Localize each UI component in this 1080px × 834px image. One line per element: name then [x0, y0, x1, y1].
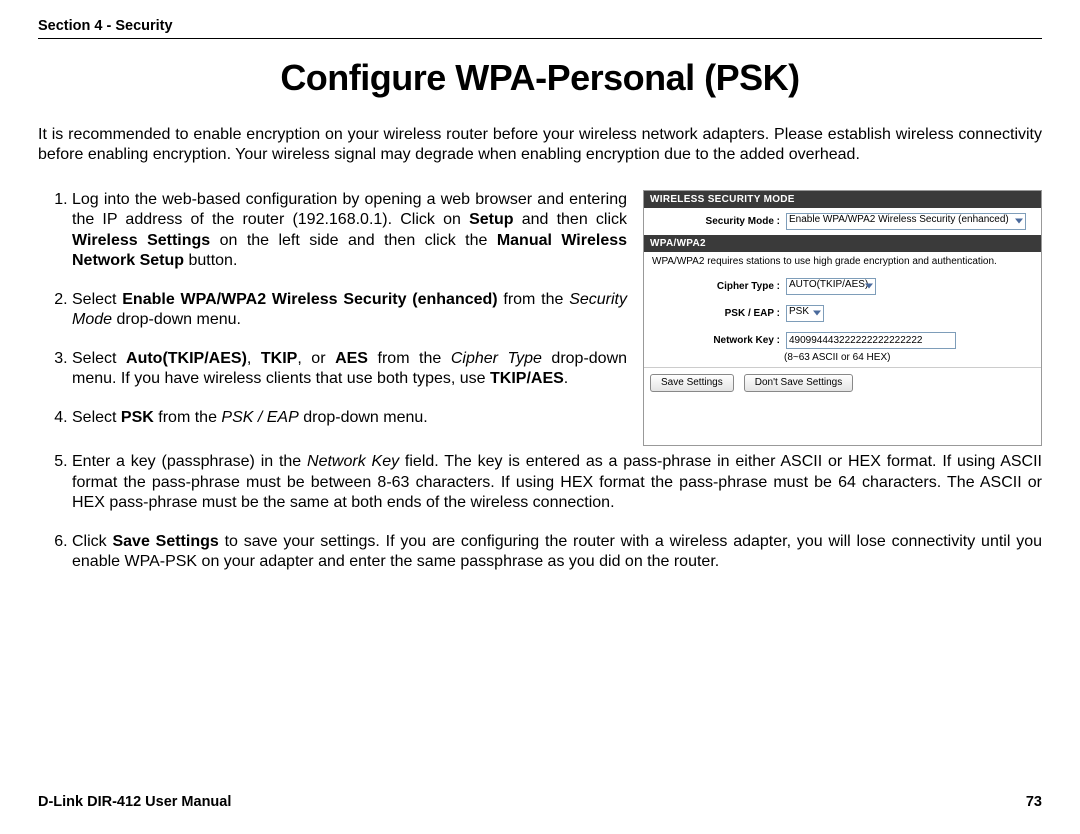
step-2: Select Enable WPA/WPA2 Wireless Security… [72, 290, 627, 331]
header-rule [38, 38, 1042, 39]
panel-note: WPA/WPA2 requires stations to use high g… [644, 252, 1041, 273]
config-screenshot-panel: WIRELESS SECURITY MODE Security Mode : E… [643, 190, 1042, 446]
step-5: Enter a key (passphrase) in the Network … [72, 452, 1042, 513]
network-key-label: Network Key : [650, 335, 786, 346]
psk-eap-label: PSK / EAP : [650, 308, 786, 319]
step-4: Select PSK from the PSK / EAP drop-down … [72, 408, 627, 428]
footer-manual-name: D-Link DIR-412 User Manual [38, 794, 231, 810]
network-key-hint: (8~63 ASCII or 64 HEX) [644, 352, 1041, 367]
footer-page-number: 73 [1026, 794, 1042, 810]
intro-paragraph: It is recommended to enable encryption o… [38, 125, 1042, 166]
steps-list: Log into the web-based configuration by … [38, 190, 627, 428]
dont-save-settings-button[interactable]: Don't Save Settings [744, 374, 854, 392]
step-1: Log into the web-based configuration by … [72, 190, 627, 272]
cipher-type-select[interactable]: AUTO(TKIP/AES) [786, 278, 876, 295]
panel-header-wpa: WPA/WPA2 [644, 235, 1041, 252]
save-settings-button[interactable]: Save Settings [650, 374, 734, 392]
psk-eap-select[interactable]: PSK [786, 305, 824, 322]
page-title: Configure WPA-Personal (PSK) [38, 57, 1042, 99]
step-6: Click Save Settings to save your setting… [72, 532, 1042, 573]
section-header: Section 4 - Security [38, 18, 1042, 36]
cipher-type-label: Cipher Type : [650, 281, 786, 292]
step-3: Select Auto(TKIP/AES), TKIP, or AES from… [72, 349, 627, 390]
panel-header-security-mode: WIRELESS SECURITY MODE [644, 191, 1041, 208]
security-mode-label: Security Mode : [650, 216, 786, 227]
steps-list-continued: Enter a key (passphrase) in the Network … [38, 452, 1042, 590]
security-mode-select[interactable]: Enable WPA/WPA2 Wireless Security (enhan… [786, 213, 1026, 230]
network-key-input[interactable] [786, 332, 956, 349]
